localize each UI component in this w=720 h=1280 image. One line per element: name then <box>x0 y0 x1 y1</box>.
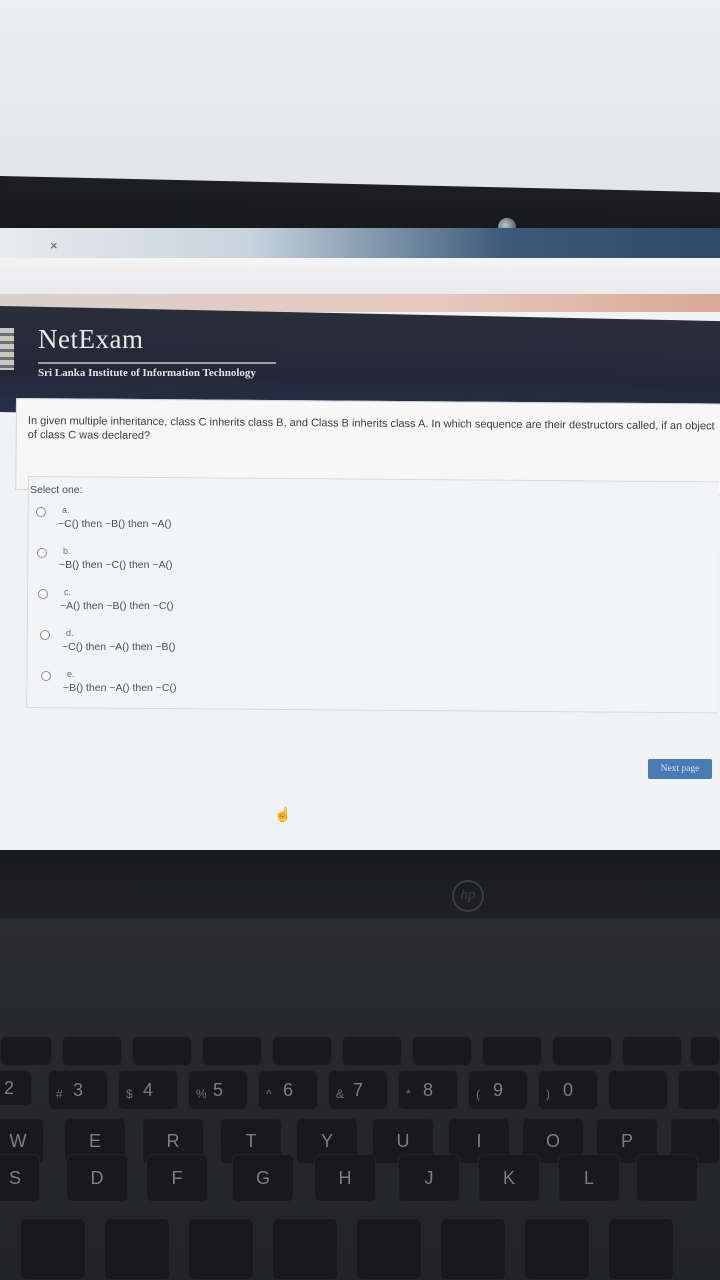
fn-key[interactable] <box>342 1036 402 1066</box>
key-h[interactable]: H <box>314 1154 376 1202</box>
logo-underline <box>38 362 276 364</box>
key-n[interactable] <box>356 1218 422 1280</box>
question-text: In given multiple inheritance, class C i… <box>27 414 715 442</box>
option-text: ~A() then ~B() then ~C() <box>60 600 174 612</box>
radio-d[interactable] <box>40 630 50 640</box>
key-j[interactable]: J <box>398 1154 460 1202</box>
hand-cursor-icon: ☝ <box>274 806 292 822</box>
select-one-label: Select one: <box>30 484 83 496</box>
institute-name: Sri Lanka Institute of Information Techn… <box>38 367 256 379</box>
hp-logo: hp <box>452 880 484 912</box>
key-b[interactable] <box>272 1218 338 1280</box>
key-l[interactable]: L <box>558 1154 620 1202</box>
key-equals[interactable] <box>678 1070 720 1110</box>
next-page-button[interactable]: Next page <box>648 759 712 779</box>
key-0[interactable]: ) 0 <box>538 1070 598 1110</box>
fn-key[interactable] <box>0 1036 52 1066</box>
option-letter: c. <box>64 587 72 597</box>
key-v[interactable] <box>188 1218 254 1280</box>
key-x[interactable] <box>20 1218 86 1280</box>
key-g[interactable]: G <box>232 1154 294 1202</box>
fn-key[interactable] <box>412 1036 472 1066</box>
app-logo: NetExam <box>38 324 144 354</box>
key-3[interactable]: #3 <box>48 1070 108 1110</box>
radio-e[interactable] <box>41 671 51 681</box>
key-minus[interactable] <box>608 1070 668 1110</box>
key-period[interactable] <box>608 1218 674 1280</box>
fn-key[interactable] <box>132 1036 192 1066</box>
key-c[interactable] <box>104 1218 170 1280</box>
fn-key[interactable] <box>202 1036 262 1066</box>
key-m[interactable] <box>440 1218 506 1280</box>
option-letter: e. <box>67 669 75 679</box>
key-5[interactable]: % 5 <box>188 1070 248 1110</box>
option-text: ~C() then ~A() then ~B() <box>62 641 176 653</box>
key-k[interactable]: K <box>478 1154 540 1202</box>
key-semicolon[interactable] <box>636 1154 698 1202</box>
crest-icon <box>0 328 14 370</box>
close-tab-button[interactable]: × <box>50 238 58 253</box>
fn-key[interactable] <box>62 1036 122 1066</box>
option-text: ~B() then ~A() then ~C() <box>63 682 177 694</box>
key-f[interactable]: F <box>146 1154 208 1202</box>
radio-b[interactable] <box>37 548 47 558</box>
key-7[interactable]: & 7 <box>328 1070 388 1110</box>
key-8[interactable]: * 8 <box>398 1070 458 1110</box>
fn-key[interactable] <box>622 1036 682 1066</box>
radio-a[interactable] <box>36 507 46 517</box>
key-d[interactable]: D <box>66 1154 128 1202</box>
background-wall <box>0 0 720 200</box>
answer-panel <box>26 476 719 714</box>
option-text: ~C() then ~B() then ~A() <box>58 518 172 530</box>
laptop-screen: × ↻ i + NetExam Sri Lanka Institute of I… <box>0 228 720 860</box>
radio-c[interactable] <box>38 589 48 599</box>
browser-address-bar: ↻ i + <box>0 258 720 309</box>
key-9[interactable]: (9 <box>468 1070 528 1110</box>
key-4[interactable]: $4 <box>118 1070 178 1110</box>
browser-tab-bar: × <box>0 228 720 260</box>
fn-key[interactable] <box>482 1036 542 1066</box>
option-text: ~B() then ~C() then ~A() <box>59 559 173 571</box>
key-6[interactable]: ^ 6 <box>258 1070 318 1110</box>
key-s[interactable]: S <box>0 1154 40 1202</box>
key-comma[interactable] <box>524 1218 590 1280</box>
key-2[interactable]: 2 <box>0 1070 32 1106</box>
fn-key[interactable] <box>272 1036 332 1066</box>
option-letter: d. <box>66 628 74 638</box>
option-letter: a. <box>62 505 70 515</box>
fn-key[interactable] <box>690 1036 720 1066</box>
option-letter: b. <box>63 546 71 556</box>
fn-key[interactable] <box>552 1036 612 1066</box>
